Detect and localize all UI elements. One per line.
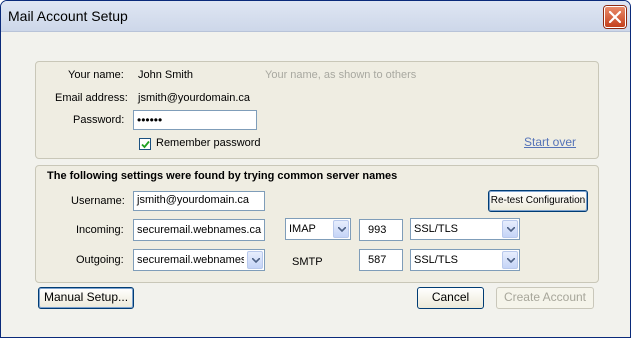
incoming-security-select[interactable]: SSL/TLS — [410, 218, 520, 240]
create-account-button[interactable]: Create Account — [496, 287, 594, 309]
username-field[interactable]: jsmith@yourdomain.ca — [133, 191, 265, 211]
settings-heading: The following settings were found by try… — [47, 170, 398, 182]
cancel-button[interactable]: Cancel — [417, 287, 484, 309]
close-icon — [609, 11, 621, 23]
start-over-link[interactable]: Start over — [524, 135, 576, 149]
incoming-security-value: SSL/TLS — [414, 223, 459, 235]
window-title: Mail Account Setup — [8, 8, 128, 24]
email-label: Email address: — [55, 92, 128, 104]
remember-password-label[interactable]: Remember password — [156, 137, 261, 149]
checkmark-icon — [141, 140, 150, 149]
incoming-port-field[interactable]: 993 — [359, 219, 403, 241]
password-field[interactable]: •••••• — [133, 110, 257, 130]
outgoing-port-field[interactable]: 587 — [359, 249, 403, 271]
outgoing-security-value: SSL/TLS — [414, 254, 459, 266]
retest-configuration-button[interactable]: Re-test Configuration — [488, 190, 588, 212]
password-label: Password: — [73, 114, 125, 126]
chevron-down-icon[interactable] — [333, 220, 349, 238]
name-value[interactable]: John Smith — [138, 69, 193, 81]
chevron-down-icon[interactable] — [502, 220, 518, 238]
outgoing-server-select[interactable]: securemail.webnames.ca — [133, 249, 265, 271]
close-button[interactable] — [604, 6, 626, 28]
mail-account-setup-window: Mail Account Setup Your name: John Smith… — [0, 0, 631, 338]
name-label: Your name: — [68, 69, 124, 81]
manual-setup-button[interactable]: Manual Setup... — [38, 287, 134, 309]
outgoing-security-select[interactable]: SSL/TLS — [410, 249, 520, 271]
outgoing-label: Outgoing: — [76, 254, 124, 266]
chevron-down-icon[interactable] — [502, 251, 518, 269]
name-hint: Your name, as shown to others — [265, 69, 417, 81]
remember-password-checkbox[interactable] — [139, 138, 151, 150]
incoming-protocol-value: IMAP — [289, 223, 316, 235]
incoming-server-field[interactable]: securemail.webnames.ca — [133, 219, 265, 241]
username-label: Username: — [71, 195, 125, 207]
title-bar[interactable]: Mail Account Setup — [1, 1, 630, 32]
dialog-body: Your name: John Smith Your name, as show… — [1, 32, 630, 337]
incoming-label: Incoming: — [76, 224, 124, 236]
email-value[interactable]: jsmith@yourdomain.ca — [138, 92, 250, 104]
chevron-down-icon[interactable] — [247, 251, 263, 269]
incoming-protocol-select[interactable]: IMAP — [285, 218, 351, 240]
outgoing-protocol-label: SMTP — [292, 256, 323, 268]
outgoing-server-value: securemail.webnames.ca — [137, 254, 244, 266]
